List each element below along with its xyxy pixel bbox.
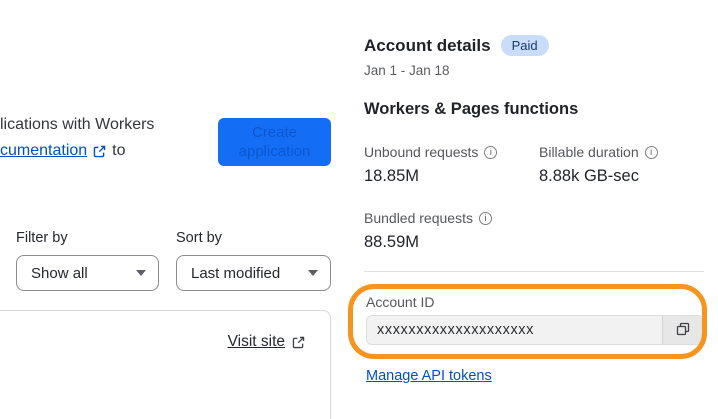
account-id-label: Account ID — [366, 294, 435, 310]
billable-duration-label: Billable duration i — [539, 144, 658, 160]
metric-label-text: Billable duration — [539, 144, 639, 160]
bundled-requests-label: Bundled requests i — [364, 210, 492, 226]
chevron-down-icon — [136, 270, 146, 276]
documentation-link[interactable]: cumentation — [0, 142, 87, 160]
visit-site-row: Visit site — [228, 333, 306, 351]
sort-dropdown[interactable]: Last modified — [176, 255, 331, 291]
billable-duration-value: 8.88k GB-sec — [539, 167, 639, 185]
paid-badge: Paid — [500, 35, 549, 56]
filter-dropdown[interactable]: Show all — [16, 255, 159, 291]
filter-dropdown-value: Show all — [31, 264, 88, 282]
bundled-requests-value: 88.59M — [364, 233, 420, 251]
account-id-input[interactable] — [367, 316, 662, 344]
info-icon[interactable]: i — [478, 211, 492, 225]
intro-text-line1: lications with Workers — [0, 116, 155, 133]
metric-label-text: Unbound requests — [364, 144, 479, 160]
project-card: Visit site — [0, 310, 331, 419]
external-link-icon — [92, 144, 107, 159]
create-application-button[interactable]: Create application — [218, 118, 331, 166]
chevron-down-icon — [308, 270, 318, 276]
workers-pages-functions-title: Workers & Pages functions — [364, 100, 579, 118]
external-link-icon — [291, 335, 306, 350]
account-details-title: Account details — [364, 35, 491, 55]
date-range: Jan 1 - Jan 18 — [364, 63, 450, 78]
intro-text-line2: cumentation to — [0, 142, 126, 160]
copy-button[interactable] — [662, 316, 703, 344]
manage-api-tokens-link[interactable]: Manage API tokens — [366, 368, 492, 384]
visit-site-link[interactable]: Visit site — [228, 333, 285, 351]
unbound-requests-label: Unbound requests i — [364, 144, 498, 160]
metric-label-text: Bundled requests — [364, 210, 473, 226]
account-details-header: Account details Paid — [364, 35, 549, 56]
workers-pages-dashboard: lications with Workers cumentation to Cr… — [0, 0, 718, 419]
info-icon[interactable]: i — [484, 145, 498, 159]
intro-text-suffix: to — [112, 142, 126, 159]
unbound-requests-value: 18.85M — [364, 167, 420, 185]
sort-by-label: Sort by — [176, 230, 222, 246]
filter-by-label: Filter by — [16, 230, 68, 246]
info-icon[interactable]: i — [644, 145, 658, 159]
account-id-field-group — [366, 315, 704, 345]
sort-dropdown-value: Last modified — [191, 264, 281, 282]
copy-icon — [675, 321, 691, 340]
divider — [364, 271, 704, 272]
